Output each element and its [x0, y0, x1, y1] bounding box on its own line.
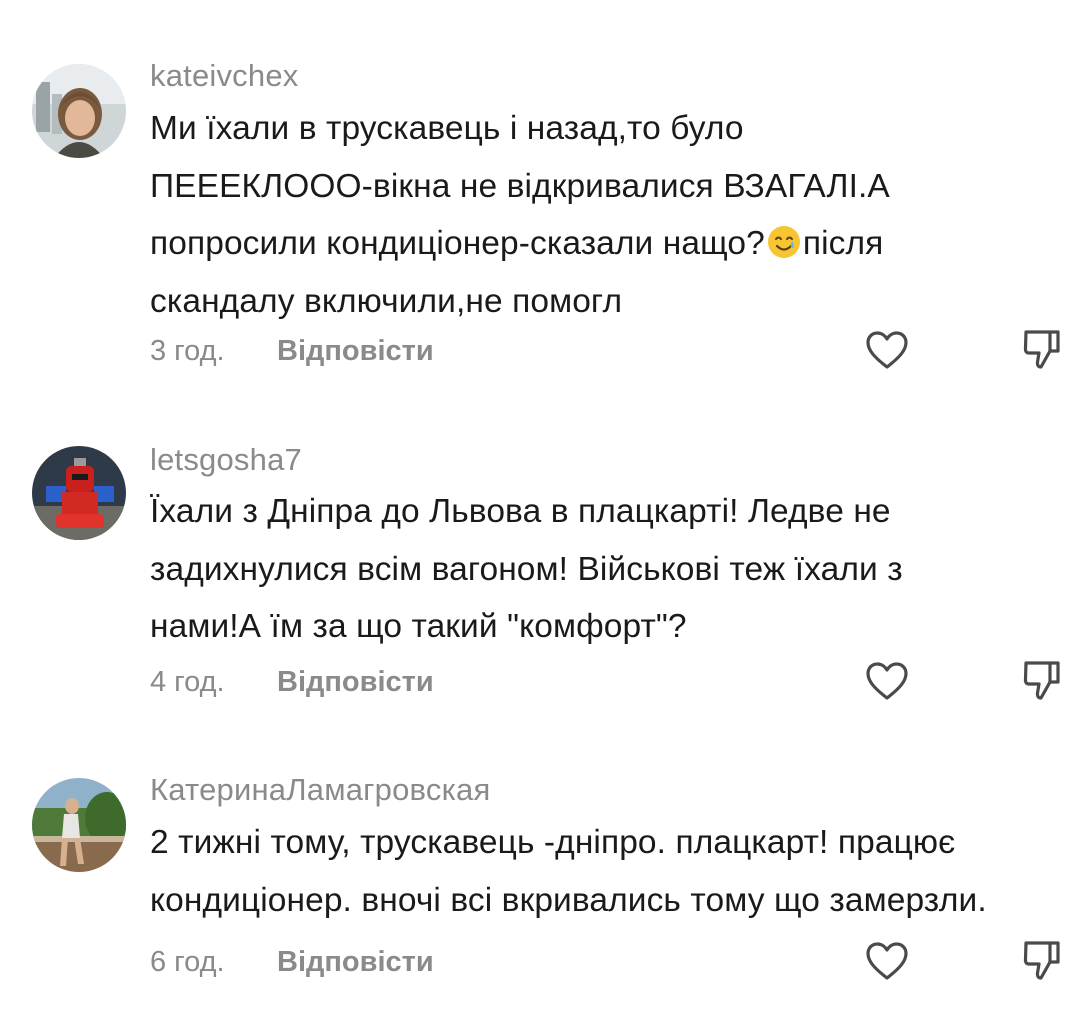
comment-text-line: нами!А їм за що такий "комфорт"?: [150, 608, 687, 645]
comment-text-fragment: після: [802, 225, 884, 262]
reply-button[interactable]: Відповісти: [277, 942, 434, 982]
avatar[interactable]: [32, 778, 126, 872]
thumbs-down-icon[interactable]: [1022, 327, 1062, 371]
comment-timestamp: 6 год.: [150, 946, 225, 978]
heart-icon[interactable]: [864, 660, 910, 702]
thumbs-down-icon[interactable]: [1022, 938, 1062, 982]
reply-button[interactable]: Відповісти: [277, 331, 434, 371]
comment-timestamp: 4 год.: [150, 666, 225, 698]
comment-text: Ми їхали в трускавець і назад,то було ПЕ…: [150, 100, 1065, 330]
comment-text-line: ПЕЕЕКЛООО-вікна не відкривалися ВЗАГАЛІ.…: [150, 167, 890, 205]
comment-username[interactable]: КатеринаЛамагровская: [150, 772, 490, 808]
comment-text-line: 2 тижні тому, трускавець -дніпро. плацка…: [150, 824, 956, 861]
comment-text-line: Ми їхали в трускавець і назад,то було: [150, 110, 744, 147]
comment-text-line: попросили кондиціонер-сказали нащо? після: [150, 215, 1065, 273]
reply-button[interactable]: Відповісти: [277, 662, 434, 702]
comment-text-line: задихнулися всім вагоном! Військові теж …: [150, 550, 903, 588]
comment-text: 2 тижні тому, трускавець -дніпро. плацка…: [150, 814, 1065, 929]
comment-text-line: Їхали з Дніпра до Львова в плацкарті! Ле…: [150, 493, 891, 530]
comment-text-fragment: попросили кондиціонер-сказали нащо?: [150, 225, 765, 262]
comment-username[interactable]: kateivchex: [150, 58, 298, 94]
comment-text: Їхали з Дніпра до Львова в плацкарті! Ле…: [150, 483, 1065, 656]
comment-username[interactable]: letsgosha7: [150, 442, 302, 478]
comment-text-line: скандалу включили,не помогл: [150, 282, 623, 320]
comment-text-line: кондиціонер. вночі всі вкривались тому щ…: [150, 881, 987, 919]
smiling-face-with-tear-icon: [767, 226, 800, 258]
comment-actions: 4 год. Відповісти: [150, 660, 1060, 702]
comment-actions: 6 год. Відповісти: [150, 940, 1060, 982]
avatar[interactable]: [32, 64, 126, 158]
thumbs-down-icon[interactable]: [1022, 658, 1062, 702]
heart-icon[interactable]: [864, 329, 910, 371]
avatar[interactable]: [32, 446, 126, 540]
comment-timestamp: 3 год.: [150, 335, 225, 367]
comment-actions: 3 год. Відповісти: [150, 329, 1060, 371]
heart-icon[interactable]: [864, 940, 910, 982]
